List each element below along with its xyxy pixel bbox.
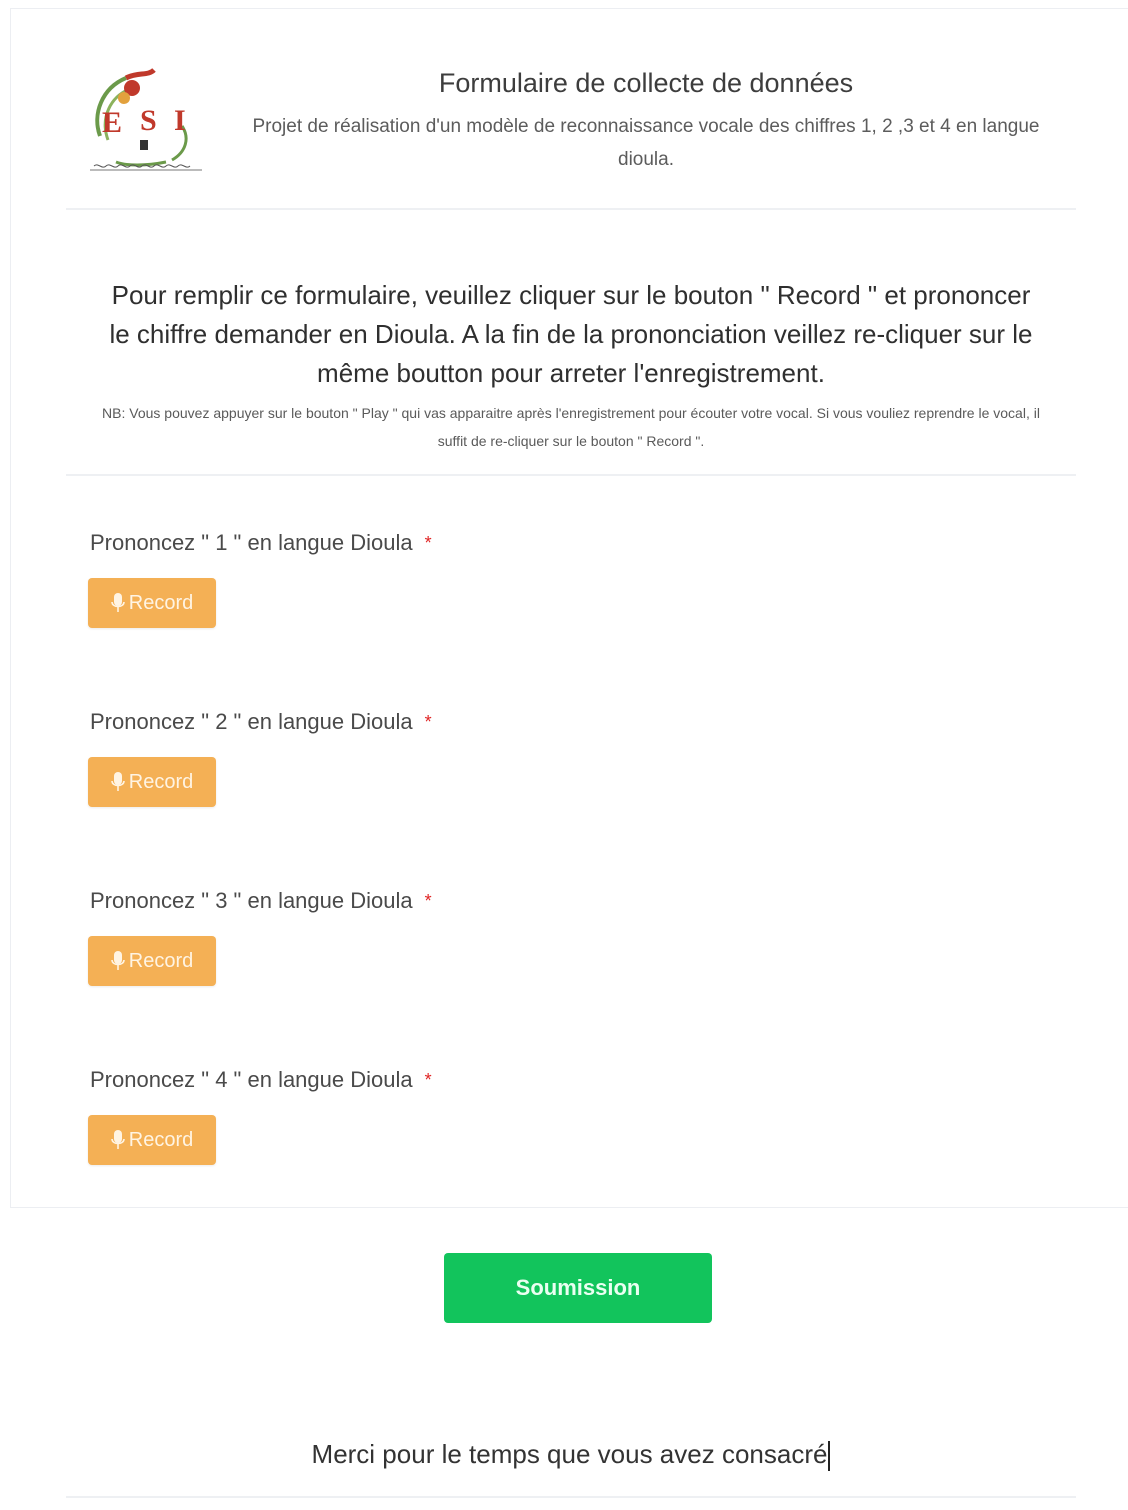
microphone-icon — [110, 951, 125, 970]
thanks-message-section[interactable]: Merci pour le temps que vous avez consac… — [66, 1424, 1076, 1498]
question-label-text: Prononcez " 1 " en langue Dioula — [90, 530, 413, 555]
record-button-2[interactable]: Record — [88, 757, 216, 807]
page: E S I Formulaire de collecte de données … — [0, 0, 1128, 1510]
svg-text:S: S — [140, 104, 157, 137]
instructions-note: NB: Vous pouvez appuyer sur le bouton " … — [102, 405, 1040, 449]
microphone-icon — [110, 1130, 125, 1149]
record-button-label: Record — [128, 770, 194, 793]
submit-button[interactable]: Soumission — [444, 1253, 712, 1323]
form-title: Formulaire de collecte de données — [438, 68, 854, 98]
thanks-message: Merci pour le temps que vous avez consac… — [311, 1439, 828, 1469]
question-2: Prononcez " 2 " en langue Dioula * Record — [88, 707, 432, 807]
record-button-1[interactable]: Record — [88, 578, 216, 628]
text-cursor — [828, 1441, 831, 1472]
question-label-text: Prononcez " 4 " en langue Dioula — [90, 1067, 413, 1092]
form-subtitle: Projet de réalisation d'un modèle de rec… — [252, 116, 1040, 170]
svg-text:I: I — [174, 104, 186, 137]
question-4: Prononcez " 4 " en langue Dioula * Record — [88, 1065, 432, 1165]
question-3: Prononcez " 3 " en langue Dioula * Record — [88, 886, 432, 986]
instructions-text: Pour remplir ce formulaire, veuillez cli… — [109, 280, 1033, 388]
required-star: * — [424, 533, 432, 553]
question-label: Prononcez " 3 " en langue Dioula * — [90, 886, 432, 916]
record-button-label: Record — [128, 1128, 194, 1151]
question-label: Prononcez " 4 " en langue Dioula * — [90, 1065, 432, 1095]
required-star: * — [424, 891, 432, 911]
microphone-icon — [110, 772, 125, 791]
form-header: E S I Formulaire de collecte de données … — [66, 52, 1076, 210]
question-label-text: Prononcez " 3 " en langue Dioula — [90, 888, 413, 913]
microphone-icon — [110, 593, 125, 612]
required-star: * — [424, 1070, 432, 1090]
question-label: Prononcez " 1 " en langue Dioula * — [90, 528, 432, 558]
question-label-text: Prononcez " 2 " en langue Dioula — [90, 709, 413, 734]
record-button-4[interactable]: Record — [88, 1115, 216, 1165]
record-button-label: Record — [128, 949, 194, 972]
record-button-label: Record — [128, 591, 194, 614]
required-star: * — [424, 712, 432, 732]
esi-logo: E S I — [86, 66, 206, 176]
question-1: Prononcez " 1 " en langue Dioula * Record — [88, 528, 432, 628]
record-button-3[interactable]: Record — [88, 936, 216, 986]
instructions-section: Pour remplir ce formulaire, veuillez cli… — [66, 270, 1076, 476]
question-label: Prononcez " 2 " en langue Dioula * — [90, 707, 432, 737]
svg-text:E: E — [102, 106, 122, 139]
